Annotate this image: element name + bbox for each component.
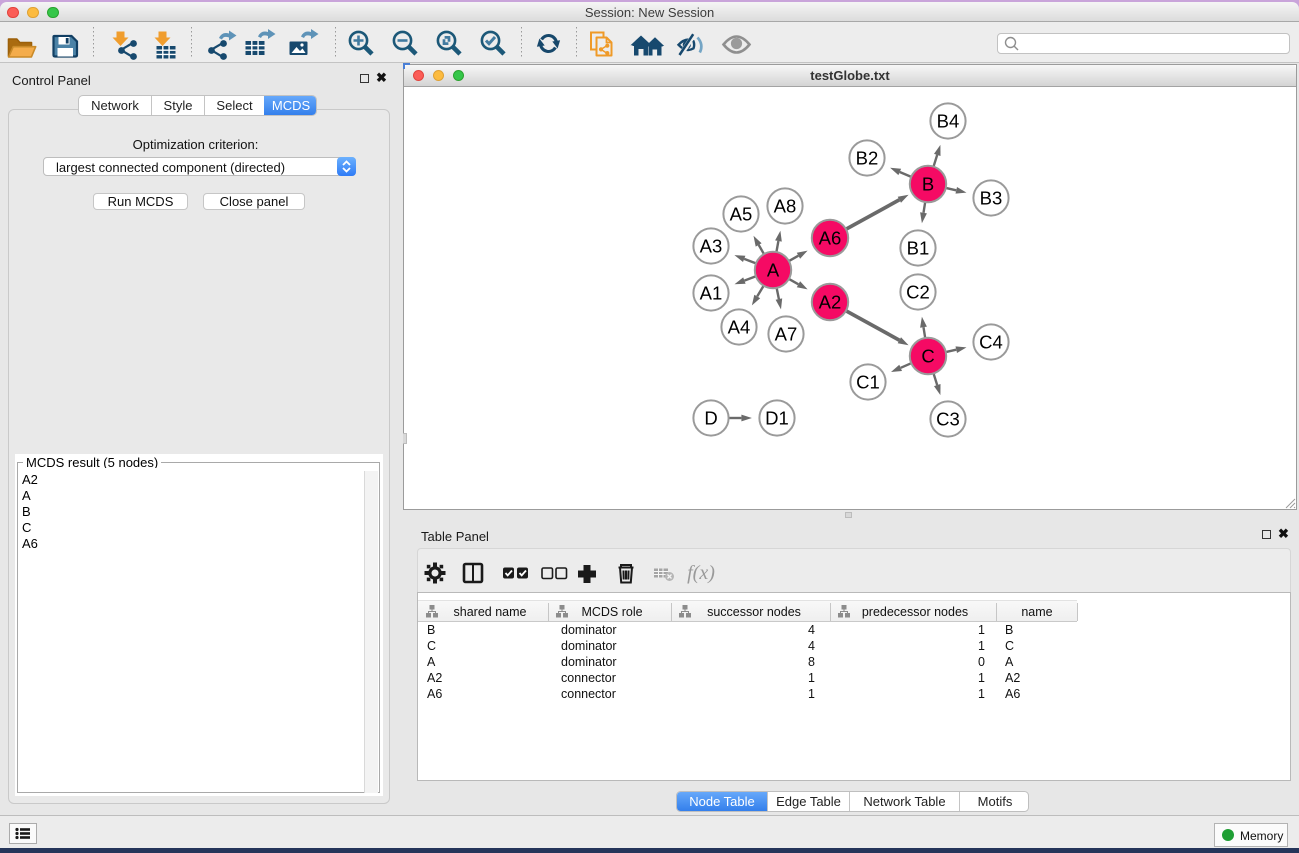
svg-text:C3: C3 bbox=[936, 409, 960, 430]
svg-text:A6: A6 bbox=[427, 687, 442, 701]
svg-text:4: 4 bbox=[808, 623, 815, 637]
svg-text:B: B bbox=[1005, 623, 1013, 637]
svg-text:B: B bbox=[922, 174, 934, 195]
svg-text:C1: C1 bbox=[856, 372, 880, 393]
svg-text:A3: A3 bbox=[700, 236, 723, 257]
svg-text:A8: A8 bbox=[774, 196, 797, 217]
svg-text:MCDS role: MCDS role bbox=[581, 605, 642, 619]
svg-text:f(x): f(x) bbox=[687, 562, 715, 584]
svg-text:predecessor nodes: predecessor nodes bbox=[862, 605, 968, 619]
svg-text:B4: B4 bbox=[937, 111, 960, 132]
svg-text:A: A bbox=[767, 260, 780, 281]
svg-text:1: 1 bbox=[978, 671, 985, 685]
svg-text:C: C bbox=[427, 639, 436, 653]
svg-text:A1: A1 bbox=[700, 283, 723, 304]
svg-text:B: B bbox=[427, 623, 435, 637]
svg-text:C2: C2 bbox=[906, 282, 930, 303]
svg-text:B2: B2 bbox=[856, 148, 879, 169]
svg-text:1: 1 bbox=[978, 639, 985, 653]
svg-text:dominator: dominator bbox=[561, 623, 617, 637]
svg-text:1: 1 bbox=[978, 687, 985, 701]
svg-text:shared name: shared name bbox=[454, 605, 527, 619]
svg-text:8: 8 bbox=[808, 655, 815, 669]
svg-text:A2: A2 bbox=[819, 292, 842, 313]
svg-text:dominator: dominator bbox=[561, 639, 617, 653]
svg-text:A4: A4 bbox=[728, 317, 751, 338]
svg-text:1: 1 bbox=[808, 671, 815, 685]
svg-text:B1: B1 bbox=[907, 238, 930, 259]
svg-text:D: D bbox=[704, 408, 717, 429]
svg-text:A2: A2 bbox=[1005, 671, 1020, 685]
svg-text:A2: A2 bbox=[427, 671, 442, 685]
svg-text:C4: C4 bbox=[979, 332, 1003, 353]
svg-text:1: 1 bbox=[808, 687, 815, 701]
svg-text:1: 1 bbox=[978, 623, 985, 637]
svg-text:C: C bbox=[1005, 639, 1014, 653]
svg-text:dominator: dominator bbox=[561, 655, 617, 669]
svg-text:B3: B3 bbox=[980, 188, 1003, 209]
svg-text:successor nodes: successor nodes bbox=[707, 605, 801, 619]
svg-text:A6: A6 bbox=[1005, 687, 1020, 701]
svg-text:4: 4 bbox=[808, 639, 815, 653]
svg-text:A7: A7 bbox=[775, 324, 798, 345]
svg-text:A: A bbox=[427, 655, 436, 669]
svg-text:A5: A5 bbox=[730, 204, 753, 225]
svg-text:connector: connector bbox=[561, 671, 616, 685]
svg-text:connector: connector bbox=[561, 687, 616, 701]
svg-text:0: 0 bbox=[978, 655, 985, 669]
svg-text:name: name bbox=[1021, 605, 1052, 619]
svg-text:D1: D1 bbox=[765, 408, 789, 429]
svg-text:C: C bbox=[921, 346, 934, 367]
svg-text:A6: A6 bbox=[819, 228, 842, 249]
svg-text:A: A bbox=[1005, 655, 1014, 669]
